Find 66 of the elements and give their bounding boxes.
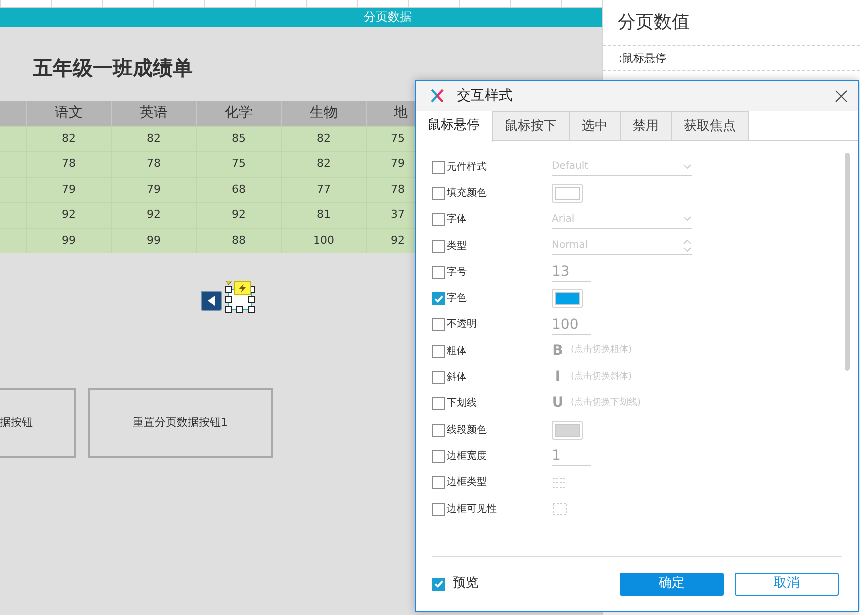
scrollbar[interactable] <box>845 153 850 371</box>
checkbox[interactable] <box>432 424 445 437</box>
preview-label: 预览 <box>453 575 479 594</box>
checkbox[interactable] <box>432 266 445 279</box>
property-label: 填充颜色 <box>447 186 488 201</box>
property-label: 字色 <box>447 292 468 306</box>
checkbox[interactable] <box>432 397 445 410</box>
tab[interactable]: 鼠标按下 <box>493 111 570 140</box>
property-label: 不透明 <box>447 318 478 332</box>
tab[interactable]: 禁用 <box>621 111 672 140</box>
property-label: 字体 <box>447 212 468 228</box>
app-logo-icon <box>431 89 444 103</box>
checkbox[interactable] <box>432 160 445 174</box>
number-field[interactable]: 100 <box>552 314 591 335</box>
dialog-title: 交互样式 <box>457 86 513 106</box>
checkbox[interactable] <box>432 476 445 490</box>
selected-widget-handles[interactable] <box>225 280 256 313</box>
table-cell: 100 <box>281 228 366 253</box>
checkbox[interactable] <box>432 502 445 516</box>
property-label: 粗体 <box>447 344 468 359</box>
property-label: 线段颜色 <box>447 424 488 438</box>
checkbox[interactable] <box>432 450 445 463</box>
widget-button[interactable]: 据按钮 <box>0 388 76 458</box>
tab[interactable]: 鼠标悬停 <box>416 111 493 142</box>
previous-page-button[interactable] <box>201 290 222 311</box>
tab[interactable]: 获取焦点 <box>672 111 749 140</box>
table-cell: 99 <box>26 228 111 253</box>
property-label: 类型 <box>447 240 468 254</box>
property-label: 边框可见性 <box>447 502 498 516</box>
table-cell: 99 <box>111 228 196 253</box>
cancel-button[interactable]: 取消 <box>735 572 839 596</box>
tab[interactable]: 选中 <box>570 111 621 140</box>
checkbox[interactable] <box>432 578 445 590</box>
confirm-button[interactable]: 确定 <box>620 572 724 596</box>
left-triangle-icon <box>208 296 216 306</box>
widget-button[interactable]: 重置分页数据按钮1 <box>88 388 273 458</box>
up-down-icon <box>683 238 692 253</box>
checkbox[interactable] <box>432 213 445 226</box>
page-header-bar: 分页数据 <box>0 8 602 27</box>
checkbox[interactable] <box>432 344 445 358</box>
checkbox[interactable] <box>432 318 445 332</box>
color-swatch[interactable] <box>552 289 583 308</box>
property-label: 边框宽度 <box>447 450 488 464</box>
style-toggle[interactable]: B <box>552 340 564 362</box>
number-field[interactable]: 1 <box>552 446 591 466</box>
checkbox[interactable] <box>432 292 445 306</box>
property-label: 元件样式 <box>447 160 488 175</box>
report-title: 五年级一班成绩单 <box>33 56 194 80</box>
checkbox[interactable] <box>432 371 445 384</box>
close-icon[interactable] <box>835 90 848 102</box>
number-field[interactable]: 13 <box>552 262 591 282</box>
property-label: 下划线 <box>447 396 478 412</box>
table-cell: 88 <box>196 228 281 253</box>
chevron-icon <box>683 216 692 222</box>
style-toggle[interactable]: U <box>552 393 564 414</box>
chevron-icon <box>683 164 692 170</box>
checkbox[interactable] <box>432 240 445 253</box>
interaction-state-label: :鼠标悬停 <box>603 46 860 71</box>
color-swatch[interactable] <box>552 420 583 440</box>
property-label: 斜体 <box>447 370 468 386</box>
color-swatch[interactable] <box>552 184 583 203</box>
panel-title: 分页数值 <box>603 0 860 46</box>
style-toggle[interactable]: I <box>552 367 564 388</box>
checkbox[interactable] <box>432 186 445 200</box>
property-label: 边框类型 <box>447 476 488 490</box>
property-label: 字号 <box>447 266 468 280</box>
